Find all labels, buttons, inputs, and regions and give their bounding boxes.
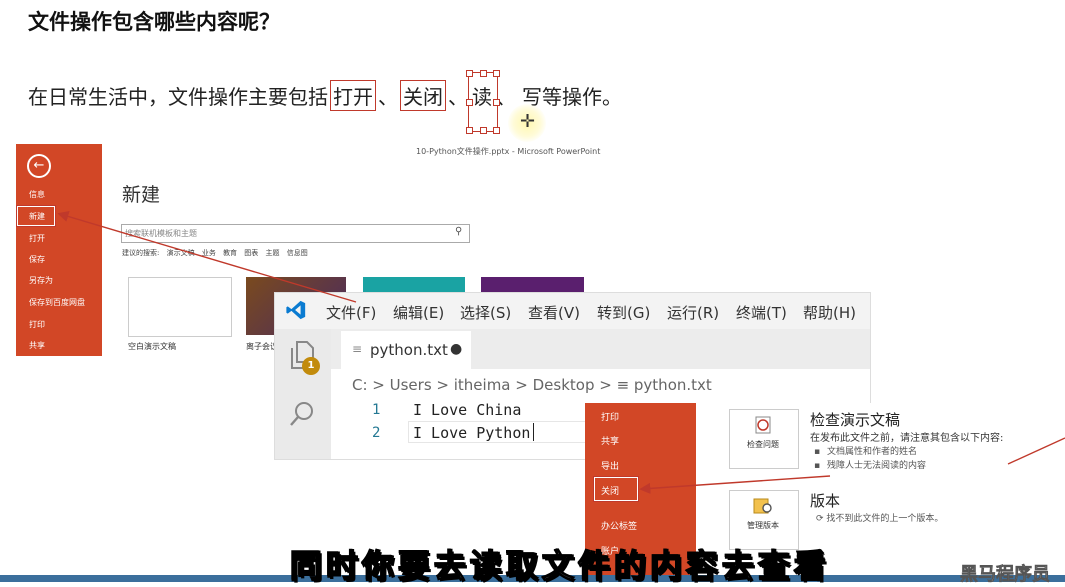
watermark-logo: 黑马程序员 [960,564,1051,586]
annotation-arrows [57,211,1065,495]
arrow-to-new [57,211,357,303]
video-subtitle: 同时你要去读取文件的内容去查看 [289,546,831,586]
arrow-to-close [639,475,831,495]
arrow-info-edge [1007,437,1065,465]
